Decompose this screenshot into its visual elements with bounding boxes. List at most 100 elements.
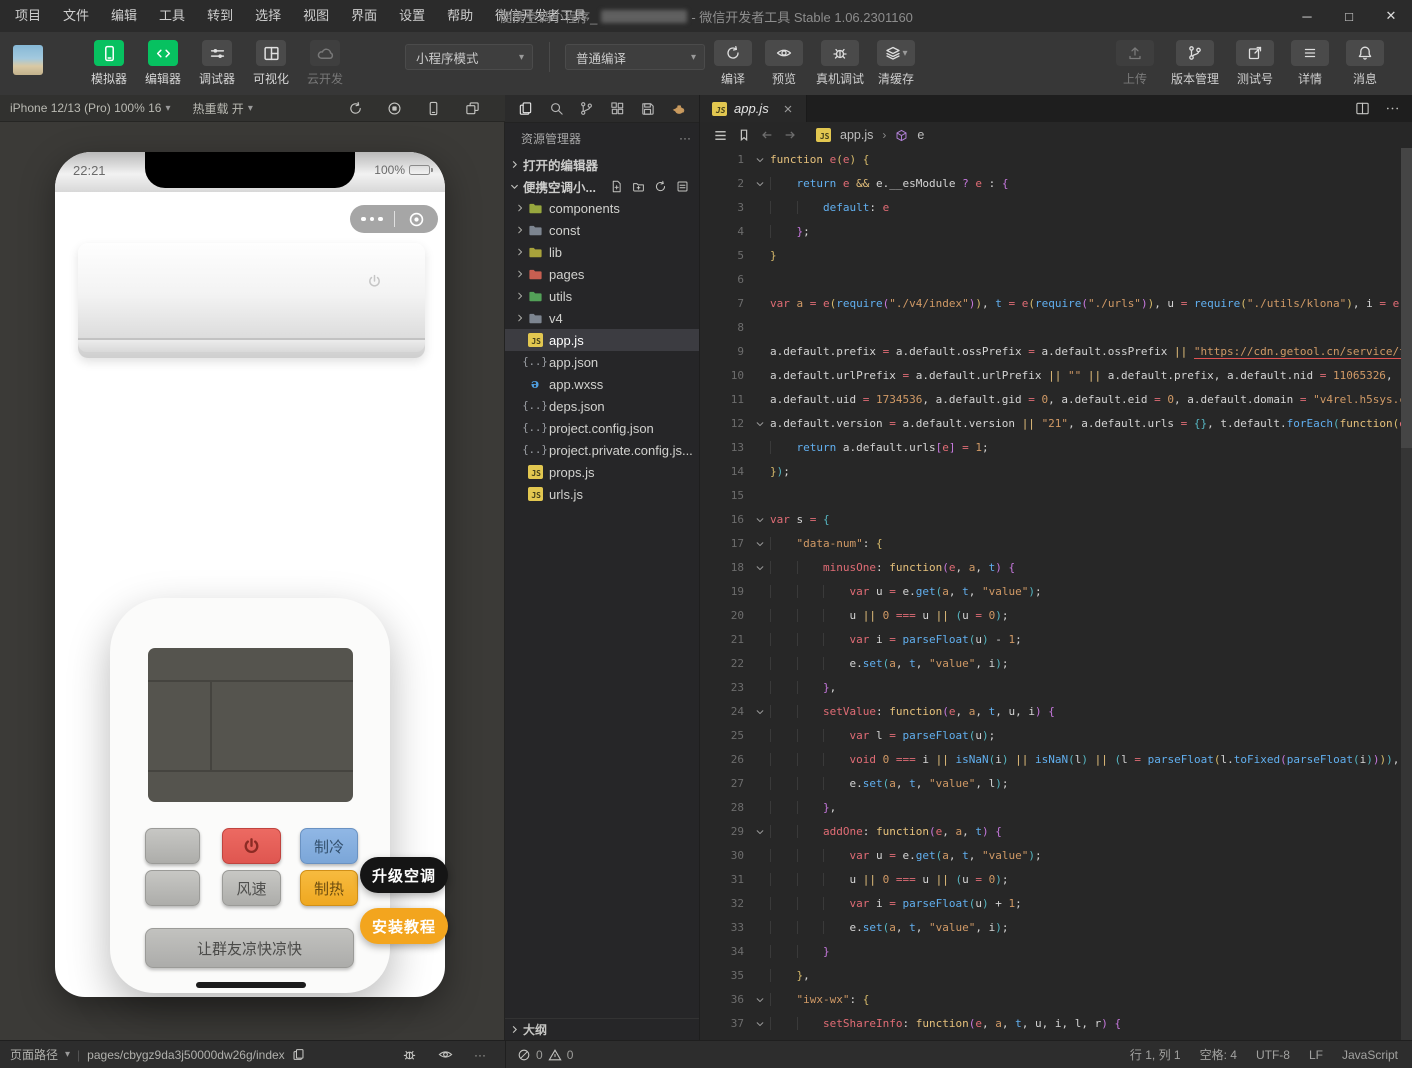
code-line-14[interactable]: 14}); <box>700 460 1412 484</box>
menu-2[interactable]: 文件 <box>52 0 100 32</box>
menu-1[interactable]: 项目 <box>4 0 52 32</box>
outline-list-icon[interactable] <box>713 128 728 143</box>
multi-window-icon[interactable] <box>465 101 480 116</box>
close-button[interactable]: ✕ <box>1370 0 1412 32</box>
new-file-icon[interactable] <box>610 180 623 193</box>
upgrade-ac-pill[interactable]: 升级空调 <box>360 857 448 893</box>
code-line-17[interactable]: 17 "data-num": { <box>700 532 1412 556</box>
exit-target-icon[interactable] <box>395 211 439 228</box>
tree-item-project-private-config-js-[interactable]: {..}project.private.config.js... <box>505 439 699 461</box>
tree-item-deps-json[interactable]: {..}deps.json <box>505 395 699 417</box>
code-line-25[interactable]: 25 var l = parseFloat(u); <box>700 724 1412 748</box>
files-icon[interactable] <box>518 101 533 116</box>
tree-item-v4[interactable]: v4 <box>505 307 699 329</box>
indent-setting[interactable]: 空格: 4 <box>1200 1046 1237 1063</box>
open-editors-section[interactable]: 打开的编辑器 <box>505 153 699 175</box>
code-line-2[interactable]: 2 return e && e.__esModule ? e : { <box>700 172 1412 196</box>
code-line-32[interactable]: 32 var i = parseFloat(u) + 1; <box>700 892 1412 916</box>
remote-cool-button[interactable]: 制冷 <box>300 828 358 864</box>
tree-item-utils[interactable]: utils <box>505 285 699 307</box>
tree-item-app-wxss[interactable]: ǝapp.wxss <box>505 373 699 395</box>
more-icon[interactable] <box>1385 101 1400 116</box>
wechat-capsule[interactable] <box>350 205 438 233</box>
right-action-list-button[interactable]: 详情 <box>1291 40 1329 87</box>
outline-section[interactable]: 大纲 <box>505 1018 699 1040</box>
remote-heat-button[interactable]: 制热 <box>300 870 358 906</box>
tree-item-props-js[interactable]: JSprops.js <box>505 461 699 483</box>
more-dots-icon[interactable] <box>350 217 394 222</box>
npm-icon[interactable] <box>640 101 655 116</box>
code-line-27[interactable]: 27 e.set(a, t, "value", l); <box>700 772 1412 796</box>
fold-chevron-icon[interactable] <box>750 1012 770 1036</box>
refresh-icon[interactable] <box>348 101 363 116</box>
code-line-19[interactable]: 19 var u = e.get(a, t, "value"); <box>700 580 1412 604</box>
mode-dropdown[interactable]: 小程序模式 ▾ <box>405 44 533 70</box>
maximize-button[interactable]: □ <box>1328 0 1370 32</box>
eye-icon[interactable] <box>438 1047 453 1062</box>
code-line-10[interactable]: 10a.default.urlPrefix = a.default.urlPre… <box>700 364 1412 388</box>
fold-chevron-icon[interactable] <box>750 508 770 532</box>
device-icon[interactable] <box>426 101 441 116</box>
code-line-9[interactable]: 9a.default.prefix = a.default.ossPrefix … <box>700 340 1412 364</box>
action-eye-button[interactable]: 预览 <box>765 40 803 87</box>
install-tutorial-pill[interactable]: 安装教程 <box>360 908 448 944</box>
tree-item-const[interactable]: const <box>505 219 699 241</box>
menu-9[interactable]: 设置 <box>388 0 436 32</box>
fold-chevron-icon[interactable] <box>750 148 770 172</box>
code-line-36[interactable]: 36 "iwx-wx": { <box>700 988 1412 1012</box>
menu-5[interactable]: 转到 <box>196 0 244 32</box>
code-line-21[interactable]: 21 var i = parseFloat(u) - 1; <box>700 628 1412 652</box>
eol[interactable]: LF <box>1309 1048 1323 1062</box>
menu-3[interactable]: 编辑 <box>100 0 148 32</box>
code-line-11[interactable]: 11a.default.uid = 1734536, a.default.gid… <box>700 388 1412 412</box>
menu-4[interactable]: 工具 <box>148 0 196 32</box>
code-area[interactable]: 1function e(e) {2 return e && e.__esModu… <box>700 148 1412 1040</box>
menu-8[interactable]: 界面 <box>340 0 388 32</box>
code-line-16[interactable]: 16var s = { <box>700 508 1412 532</box>
breadcrumb-symbol[interactable]: e <box>917 128 924 142</box>
share-wide-button[interactable]: 让群友凉快凉快 <box>145 928 354 968</box>
code-line-7[interactable]: 7var a = e(require("./v4/index")), t = e… <box>700 292 1412 316</box>
tree-item-components[interactable]: components <box>505 197 699 219</box>
remote-power-button[interactable] <box>222 828 281 864</box>
bug-icon[interactable] <box>402 1047 417 1062</box>
bookmark-icon[interactable] <box>737 128 751 142</box>
tab-app-js[interactable]: JS app.js <box>700 95 807 122</box>
code-line-34[interactable]: 34 } <box>700 940 1412 964</box>
refresh-explorer-icon[interactable] <box>654 180 667 193</box>
tool-grid[interactable]: 可视化 <box>252 40 290 87</box>
code-line-30[interactable]: 30 var u = e.get(a, t, "value"); <box>700 844 1412 868</box>
menu-7[interactable]: 视图 <box>292 0 340 32</box>
code-line-13[interactable]: 13 return a.default.urls[e] = 1; <box>700 436 1412 460</box>
right-action-branch-button[interactable]: 版本管理 <box>1171 40 1219 87</box>
search-icon[interactable] <box>549 101 564 116</box>
tree-item-app-js[interactable]: JSapp.js <box>505 329 699 351</box>
remote-fan-button[interactable]: 风速 <box>222 870 281 906</box>
source-control-icon[interactable] <box>579 101 594 116</box>
code-line-1[interactable]: 1function e(e) { <box>700 148 1412 172</box>
fold-chevron-icon[interactable] <box>750 412 770 436</box>
right-action-bell-button[interactable]: 消息 <box>1346 40 1384 87</box>
tool-cloud[interactable]: 云开发 <box>306 40 344 87</box>
code-line-33[interactable]: 33 e.set(a, t, "value", i); <box>700 916 1412 940</box>
code-line-31[interactable]: 31 u || 0 === u || (u = 0); <box>700 868 1412 892</box>
arrow-left-icon[interactable] <box>760 128 774 142</box>
code-line-6[interactable]: 6 <box>700 268 1412 292</box>
collapse-all-icon[interactable] <box>676 180 689 193</box>
code-line-24[interactable]: 24 setValue: function(e, a, t, u, i) { <box>700 700 1412 724</box>
tree-item-lib[interactable]: lib <box>505 241 699 263</box>
fold-chevron-icon[interactable] <box>750 820 770 844</box>
code-line-12[interactable]: 12a.default.version = a.default.version … <box>700 412 1412 436</box>
extensions-icon[interactable] <box>610 101 625 116</box>
compile-mode-dropdown[interactable]: 普通编译 ▾ <box>565 44 705 70</box>
language-mode[interactable]: JavaScript <box>1342 1048 1398 1062</box>
code-line-8[interactable]: 8 <box>700 316 1412 340</box>
code-line-35[interactable]: 35 }, <box>700 964 1412 988</box>
code-line-3[interactable]: 3 default: e <box>700 196 1412 220</box>
close-icon[interactable] <box>782 103 794 115</box>
problems-group[interactable]: 0 0 <box>517 1041 573 1068</box>
device-selector[interactable]: iPhone 12/13 (Pro) 100% 16 ▾ <box>10 101 170 115</box>
tree-item-urls-js[interactable]: JSurls.js <box>505 483 699 505</box>
more-icon[interactable]: ··· <box>474 1048 486 1062</box>
copy-icon[interactable] <box>292 1048 305 1061</box>
